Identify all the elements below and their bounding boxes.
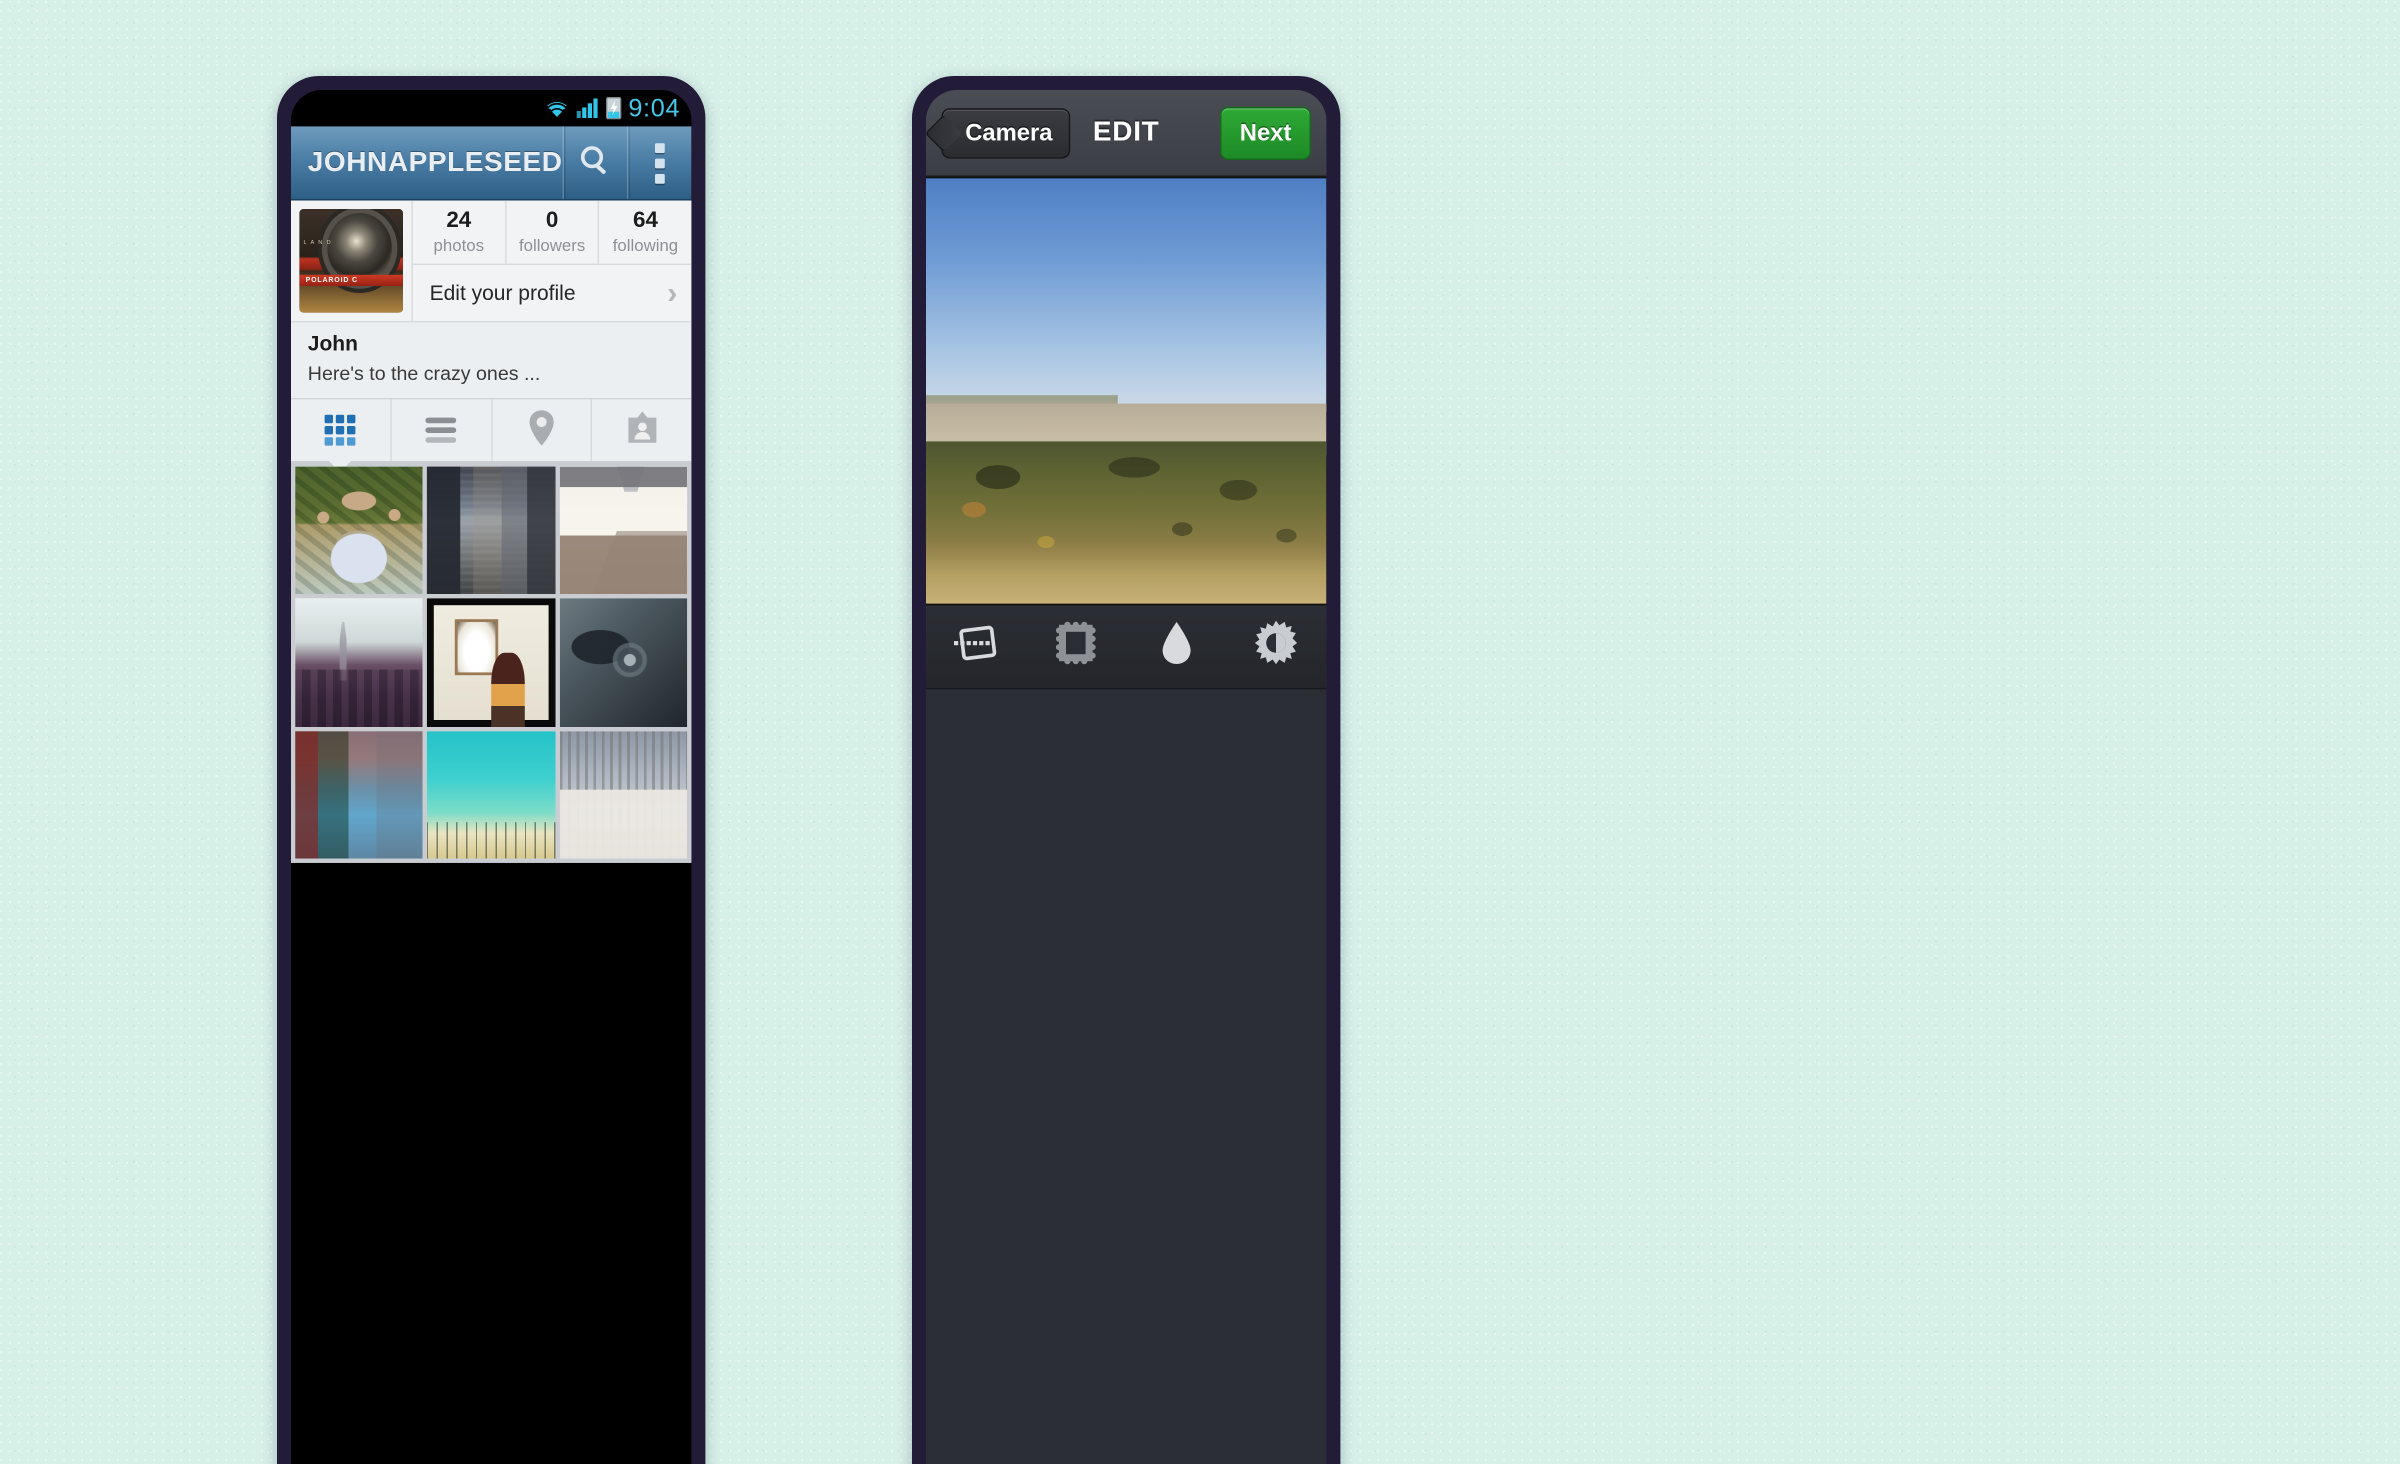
- android-screen: 9:04 JOHNAPPLESEED L A N D POLAROID C 24…: [291, 90, 692, 1464]
- stat-photos[interactable]: 24 photos: [411, 200, 504, 264]
- stat-photos-value: 24: [446, 208, 472, 233]
- bio-block: John Here's to the crazy ones ...: [291, 321, 692, 400]
- profile-header: L A N D POLAROID C 24 photos 0 followers: [291, 200, 692, 321]
- photo-cell[interactable]: [559, 466, 688, 595]
- tool-tilt-shift[interactable]: [926, 622, 1026, 671]
- tab-tagged[interactable]: [592, 399, 691, 461]
- stats-row: 24 photos 0 followers 64 following: [411, 200, 692, 265]
- wifi-icon: [544, 98, 569, 118]
- overflow-menu-button[interactable]: [626, 126, 691, 200]
- tab-map[interactable]: [492, 399, 593, 461]
- view-tabs: [291, 399, 692, 463]
- stat-followers-value: 0: [545, 208, 559, 233]
- tool-lux[interactable]: [1226, 620, 1326, 673]
- overflow-menu-icon: [654, 142, 665, 184]
- stat-followers[interactable]: 0 followers: [504, 200, 598, 264]
- photo-cell[interactable]: [559, 598, 688, 727]
- tab-grid[interactable]: [291, 399, 392, 461]
- tool-border[interactable]: [1026, 621, 1126, 673]
- tab-list[interactable]: [391, 399, 492, 461]
- photo-cell[interactable]: [295, 730, 424, 859]
- photo-cell[interactable]: [559, 730, 688, 859]
- ios-phone-device: Camera EDIT Next: [912, 76, 1341, 1464]
- edit-screen: Camera EDIT Next: [926, 90, 1327, 1464]
- photo-cell[interactable]: [295, 466, 424, 595]
- preview-sky: [926, 178, 1327, 413]
- avatar-brand-text: POLAROID C: [305, 276, 358, 285]
- stat-following[interactable]: 64 following: [598, 200, 691, 264]
- next-button[interactable]: Next: [1220, 106, 1311, 160]
- person-badge-icon: [625, 409, 659, 452]
- edit-nav-bar: Camera EDIT Next: [926, 90, 1327, 177]
- android-phone-device: 9:04 JOHNAPPLESEED L A N D POLAROID C 24…: [277, 76, 706, 1464]
- search-icon: [577, 141, 613, 184]
- photo-cell[interactable]: [427, 598, 556, 727]
- tool-blur[interactable]: [1126, 621, 1226, 673]
- chevron-right-icon: ›: [667, 274, 678, 310]
- preview-field: [926, 442, 1327, 604]
- stats-and-edit: 24 photos 0 followers 64 following Edit …: [411, 200, 692, 321]
- water-drop-icon: [1161, 621, 1192, 673]
- edit-profile-label: Edit your profile: [429, 281, 576, 305]
- photo-cell[interactable]: [295, 598, 424, 727]
- back-to-camera-button[interactable]: Camera: [941, 107, 1071, 158]
- sun-contrast-icon: [1254, 620, 1299, 673]
- stat-following-value: 64: [632, 208, 658, 233]
- status-bar-clock: 9:04: [628, 93, 681, 122]
- avatar-brand-band: POLAROID C: [299, 275, 403, 287]
- photo-cell[interactable]: [427, 466, 556, 595]
- camera-lens-icon: [327, 213, 392, 284]
- avatar-text-land: L A N D: [303, 238, 333, 246]
- avatar[interactable]: L A N D POLAROID C: [299, 209, 403, 313]
- photo-cell[interactable]: [427, 730, 556, 859]
- map-pin-icon: [527, 409, 555, 452]
- edit-tools: [926, 605, 1327, 690]
- photo-grid: [291, 462, 692, 863]
- list-view-icon: [425, 417, 457, 443]
- signal-icon: [576, 98, 599, 118]
- battery-charging-icon: [605, 97, 622, 120]
- status-bar: 9:04: [291, 90, 692, 127]
- edit-profile-button[interactable]: Edit your profile ›: [411, 265, 691, 321]
- profile-body: L A N D POLAROID C 24 photos 0 followers: [291, 200, 692, 863]
- stat-photos-label: photos: [433, 234, 484, 255]
- tilt-shift-icon: [952, 622, 1000, 671]
- grid-view-icon: [325, 414, 356, 446]
- stat-followers-label: followers: [518, 234, 586, 255]
- profile-bio: Here's to the crazy ones ...: [307, 361, 541, 384]
- photo-preview[interactable]: [926, 176, 1327, 606]
- action-bar: JOHNAPPLESEED: [291, 126, 692, 201]
- search-button[interactable]: [562, 126, 626, 200]
- stat-following-label: following: [612, 234, 679, 255]
- frame-border-icon: [1055, 621, 1097, 673]
- profile-name: John: [307, 332, 358, 356]
- page-title: JOHNAPPLESEED: [307, 146, 563, 178]
